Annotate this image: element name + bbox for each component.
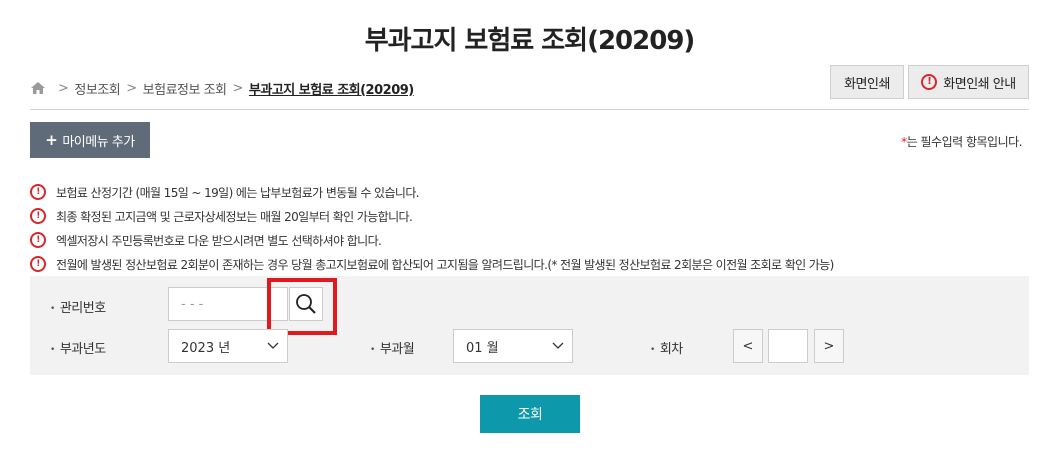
- chevron-down-icon: [267, 342, 279, 349]
- bullet-icon: •: [50, 303, 55, 314]
- print-button[interactable]: 화면인쇄: [830, 65, 904, 99]
- alert-circle-icon: !: [30, 184, 46, 200]
- submit-button[interactable]: 조회: [480, 395, 580, 433]
- breadcrumb-current[interactable]: 부과고지 보험료 조회(20209): [249, 79, 414, 98]
- month-select[interactable]: 01 월: [453, 329, 573, 363]
- breadcrumb-item-premium-info[interactable]: 보험료정보 조회: [143, 79, 227, 98]
- print-button-label: 화면인쇄: [844, 76, 890, 92]
- breadcrumb-separator: >: [126, 80, 137, 96]
- notice-list: ! 보험료 산정기간 (매월 15일 ~ 19일) 에는 납부보험료가 변동될 …: [30, 180, 1030, 276]
- count-input[interactable]: [768, 329, 808, 363]
- management-number-label: • 관리번호: [50, 301, 106, 316]
- bullet-icon: •: [650, 344, 655, 355]
- count-prev-button[interactable]: <: [733, 329, 763, 363]
- breadcrumb: > 정보조회 > 보험료정보 조회 > 부과고지 보험료 조회(20209): [30, 78, 414, 98]
- add-mymenu-button[interactable]: + 마이메뉴 추가: [30, 122, 150, 158]
- home-icon[interactable]: [30, 81, 46, 95]
- notice-text: 보험료 산정기간 (매월 15일 ~ 19일) 에는 납부보험료가 변동될 수 …: [56, 185, 420, 200]
- month-label: • 부과월: [370, 342, 415, 357]
- count-next-button[interactable]: >: [814, 329, 844, 363]
- notice-text: 최종 확정된 고지금액 및 근로자상세정보는 매월 20일부터 확인 가능합니다…: [56, 209, 413, 224]
- notice-text: 엑셀저장시 주민등록번호로 다운 받으시려면 별도 선택하셔야 합니다.: [56, 233, 382, 248]
- plus-icon: +: [45, 131, 58, 149]
- chevron-down-icon: [552, 342, 564, 349]
- year-select-value: 2023 년: [181, 340, 231, 356]
- print-guide-button-label: 화면인쇄 안내: [943, 76, 1016, 92]
- notice-item: ! 최종 확정된 고지금액 및 근로자상세정보는 매월 20일부터 확인 가능합…: [30, 204, 1030, 228]
- notice-item: ! 엑셀저장시 주민등록번호로 다운 받으시려면 별도 선택하셔야 합니다.: [30, 228, 1030, 252]
- alert-circle-icon: !: [30, 208, 46, 224]
- page-title: 부과고지 보험료 조회(20209): [364, 26, 696, 56]
- breadcrumb-item-info[interactable]: 정보조회: [74, 79, 120, 98]
- breadcrumb-separator: >: [58, 80, 69, 96]
- bullet-icon: •: [50, 344, 55, 355]
- required-note-text: 는 필수입력 항목입니다.: [906, 135, 1023, 149]
- month-select-value: 01 월: [466, 340, 499, 356]
- bullet-icon: •: [370, 344, 375, 355]
- alert-circle-icon: !: [30, 256, 46, 272]
- search-button-highlight: [267, 278, 337, 335]
- alert-circle-icon: !: [921, 74, 938, 90]
- year-select[interactable]: 2023 년: [168, 329, 288, 363]
- count-label: • 회차: [650, 342, 683, 357]
- print-guide-button[interactable]: ! 화면인쇄 안내: [908, 65, 1029, 99]
- divider: [30, 109, 1029, 110]
- alert-circle-icon: !: [30, 232, 46, 248]
- required-note: *는 필수입력 항목입니다.: [901, 133, 1022, 150]
- breadcrumb-separator: >: [232, 80, 244, 96]
- year-label: • 부과년도: [50, 342, 106, 357]
- notice-item: ! 전월에 발생된 정산보험료 2회분이 존재하는 경우 당월 총고지보험료에 …: [30, 252, 1030, 276]
- notice-text: 전월에 발생된 정산보험료 2회분이 존재하는 경우 당월 총고지보험료에 합산…: [56, 257, 834, 272]
- notice-item: ! 보험료 산정기간 (매월 15일 ~ 19일) 에는 납부보험료가 변동될 …: [30, 180, 1030, 204]
- add-mymenu-label: 마이메뉴 추가: [62, 134, 135, 150]
